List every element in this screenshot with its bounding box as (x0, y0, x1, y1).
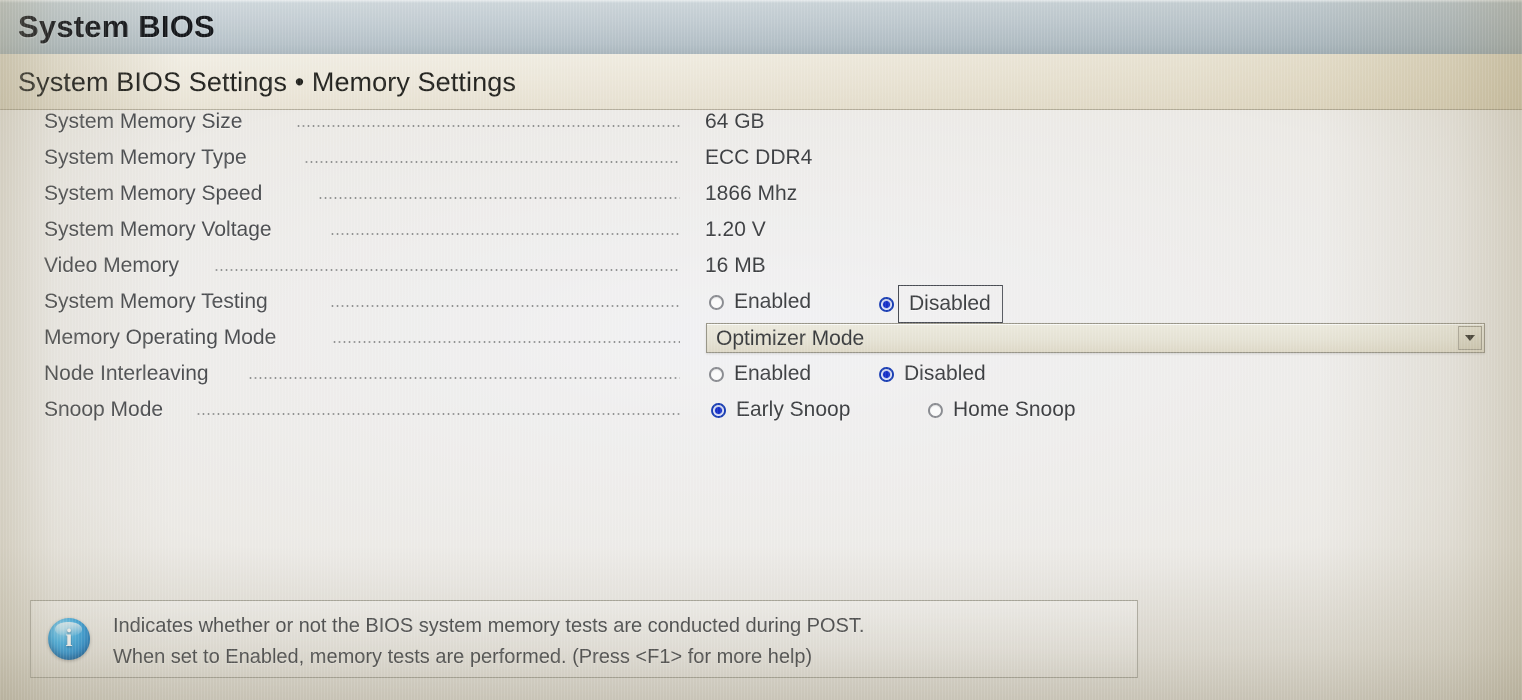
setting-label: Snoop Mode (44, 398, 164, 421)
leader-dots (330, 305, 680, 307)
setting-row-system-memory-speed: System Memory Speed 1866 Mhz (0, 182, 1522, 218)
setting-value: 64 GB (705, 110, 765, 133)
leader-dots (248, 377, 680, 379)
setting-row-system-memory-testing: System Memory Testing Enabled Disabled (0, 285, 1522, 326)
breadcrumb-bar: System BIOS Settings • Memory Settings (0, 54, 1522, 110)
radio-option-node-interleaving-enabled[interactable]: Enabled (709, 362, 811, 386)
setting-value: 1.20 V (705, 218, 766, 241)
breadcrumb: System BIOS Settings • Memory Settings (18, 67, 516, 97)
bios-screen: System BIOS System BIOS Settings • Memor… (0, 0, 1522, 700)
title-bar: System BIOS (0, 0, 1522, 54)
leader-dots (330, 233, 680, 235)
setting-row-snoop-mode: Snoop Mode Early Snoop Home Snoop (0, 398, 1522, 434)
setting-value: 16 MB (705, 254, 766, 277)
info-icon-glyph: i (65, 625, 73, 652)
radio-label: Disabled (898, 285, 1003, 323)
radio-option-memory-testing-enabled[interactable]: Enabled (709, 290, 811, 314)
radio-indicator-unselected (709, 366, 724, 382)
page-title: System BIOS (18, 9, 215, 44)
leader-dots (318, 197, 680, 199)
radio-label: Disabled (904, 362, 986, 385)
setting-label: System Memory Type (44, 146, 247, 169)
setting-row-system-memory-voltage: System Memory Voltage 1.20 V (0, 218, 1522, 254)
radio-indicator-unselected (928, 402, 943, 418)
info-icon: i (48, 618, 90, 660)
radio-option-memory-testing-disabled[interactable]: Disabled (879, 285, 1003, 323)
radio-label: Early Snoop (736, 398, 851, 421)
title-bar-sheen (0, 0, 1522, 54)
radio-indicator-selected (711, 402, 726, 418)
radio-indicator-unselected (709, 294, 724, 310)
help-line-1: Indicates whether or not the BIOS system… (113, 615, 865, 637)
memory-operating-mode-select[interactable]: Optimizer Mode (706, 323, 1485, 353)
setting-label: System Memory Speed (44, 182, 263, 205)
setting-label: System Memory Testing (44, 290, 268, 313)
setting-label: Memory Operating Mode (44, 326, 277, 349)
radio-option-node-interleaving-disabled[interactable]: Disabled (879, 362, 986, 386)
radio-label: Enabled (734, 362, 812, 385)
settings-list: System Memory Size 64 GB System Memory T… (0, 110, 1522, 434)
setting-label: Video Memory (44, 254, 180, 277)
setting-row-memory-operating-mode: Memory Operating Mode Optimizer Mode (0, 323, 1522, 362)
leader-dots (304, 161, 680, 163)
leader-dots (214, 269, 680, 271)
setting-value: ECC DDR4 (705, 146, 813, 169)
title-bar-highlight (0, 0, 1522, 3)
radio-indicator-selected (879, 296, 894, 312)
help-panel: i Indicates whether or not the BIOS syst… (30, 600, 1138, 678)
leader-dots (296, 125, 680, 127)
radio-label: Enabled (734, 290, 812, 313)
radio-option-home-snoop[interactable]: Home Snoop (928, 398, 1076, 422)
focus-outline (898, 285, 1003, 323)
setting-label: Node Interleaving (44, 362, 209, 385)
chevron-down-icon[interactable] (1458, 326, 1482, 350)
radio-label: Home Snoop (953, 398, 1076, 421)
setting-value: 1866 Mhz (705, 182, 798, 205)
setting-row-system-memory-size: System Memory Size 64 GB (0, 110, 1522, 146)
setting-row-node-interleaving: Node Interleaving Enabled Disabled (0, 362, 1522, 398)
chevron-down-glyph (1465, 335, 1475, 341)
radio-option-early-snoop[interactable]: Early Snoop (711, 398, 850, 422)
setting-label: System Memory Size (44, 110, 243, 133)
help-text: Indicates whether or not the BIOS system… (113, 611, 864, 673)
help-line-2: When set to Enabled, memory tests are pe… (113, 646, 813, 668)
leader-dots (196, 413, 680, 415)
leader-dots (332, 341, 680, 343)
setting-row-system-memory-type: System Memory Type ECC DDR4 (0, 146, 1522, 182)
radio-indicator-selected (879, 366, 894, 382)
select-value: Optimizer Mode (716, 327, 865, 350)
setting-label: System Memory Voltage (44, 218, 272, 241)
setting-row-video-memory: Video Memory 16 MB (0, 254, 1522, 290)
